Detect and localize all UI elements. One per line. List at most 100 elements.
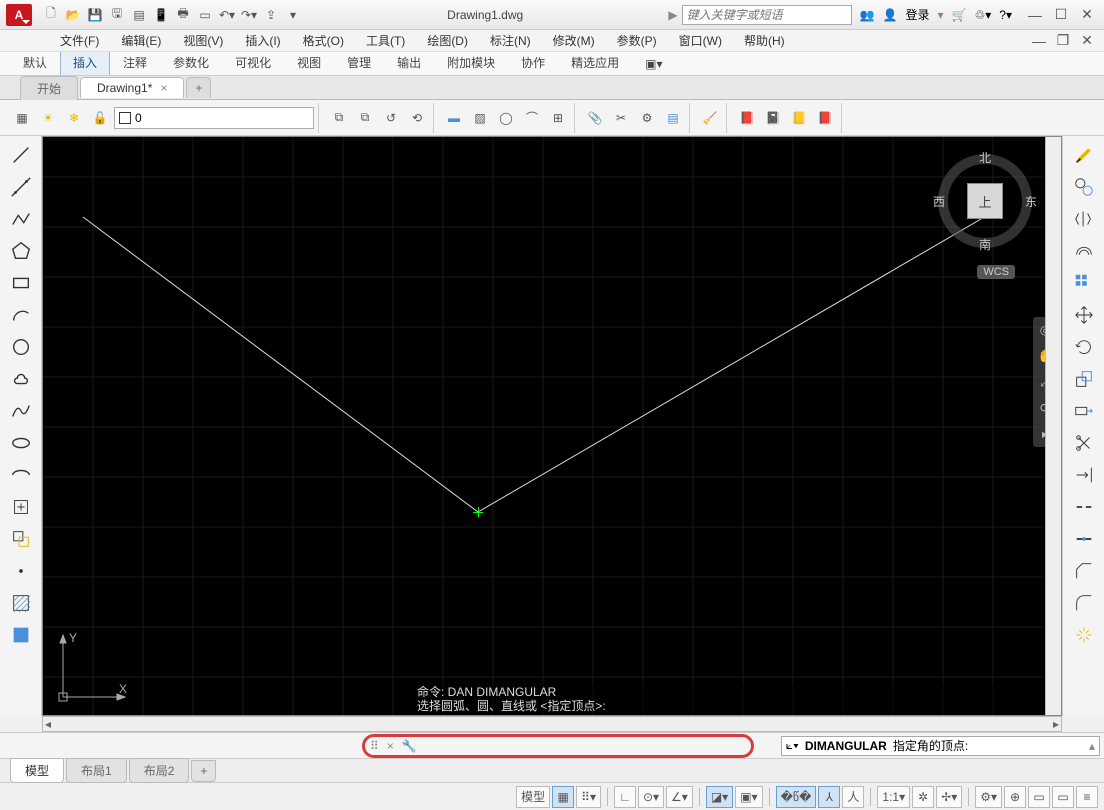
layer-dropdown[interactable]: 0: [114, 107, 314, 129]
rtab-addins[interactable]: 附加模块: [434, 49, 508, 75]
move-tool[interactable]: [1068, 300, 1100, 330]
adjust-icon[interactable]: ⚙: [635, 106, 659, 130]
close-button[interactable]: ✕: [1076, 6, 1098, 24]
point-tool[interactable]: [5, 556, 37, 586]
status-autoscale-icon[interactable]: ✢▾: [936, 786, 962, 808]
user-icon[interactable]: 👥: [860, 8, 875, 22]
construction-line-tool[interactable]: [5, 172, 37, 202]
doc-tab-add[interactable]: +: [186, 77, 211, 98]
rtab-annotate[interactable]: 注释: [110, 49, 160, 75]
saveas-icon[interactable]: 🖫: [108, 6, 126, 24]
array-icon[interactable]: ⊞: [546, 106, 570, 130]
layer-iso-icon[interactable]: ⧉: [353, 106, 377, 130]
layer-freeze-icon[interactable]: ❄: [62, 106, 86, 130]
revision-cloud-tool[interactable]: [5, 364, 37, 394]
command-input[interactable]: ⟀▾ DIMANGULAR 指定角的顶点: ▴: [781, 736, 1100, 756]
plot-icon[interactable]: ▭: [196, 6, 214, 24]
rtab-collab[interactable]: 协作: [508, 49, 558, 75]
layout-tab-1[interactable]: 布局1: [66, 758, 127, 783]
layer-prev-icon[interactable]: ↺: [379, 106, 403, 130]
ellipse-tool[interactable]: [5, 428, 37, 458]
explode-tool[interactable]: [1068, 620, 1100, 650]
viewcube-south[interactable]: 南: [979, 236, 991, 253]
mirror-tool[interactable]: [1068, 204, 1100, 234]
stretch-tool[interactable]: [1068, 396, 1100, 426]
rtab-output[interactable]: 输出: [384, 49, 434, 75]
status-ortho-icon[interactable]: ∟: [614, 786, 636, 808]
signin-icon[interactable]: 👤: [883, 8, 898, 22]
login-link[interactable]: 登录: [906, 6, 930, 23]
status-annovisibility-icon[interactable]: ✲: [912, 786, 934, 808]
status-polar-icon[interactable]: ⊙▾: [638, 786, 664, 808]
horizontal-scrollbar[interactable]: ◂ ▸: [42, 716, 1062, 732]
doc-tab-start[interactable]: 开始: [20, 76, 78, 100]
boundary-icon[interactable]: ◯: [494, 106, 518, 130]
rtab-visualize[interactable]: 可视化: [222, 49, 284, 75]
layer-match-icon[interactable]: ⟲: [405, 106, 429, 130]
palette4-icon[interactable]: 📕: [813, 106, 837, 130]
cmdline-close-icon[interactable]: ×: [387, 739, 394, 753]
app-menu-button[interactable]: A: [6, 4, 32, 26]
arc-tool[interactable]: [5, 300, 37, 330]
layout-tab-2[interactable]: 布局2: [129, 758, 190, 783]
array-tool[interactable]: [1068, 268, 1100, 298]
help-icon[interactable]: ?▾: [999, 8, 1012, 22]
status-annoscale-icon[interactable]: 1:1▾: [877, 786, 910, 808]
cmdline-grip-icon[interactable]: ⠿: [370, 739, 379, 753]
viewcube-north[interactable]: 北: [979, 149, 991, 166]
close-icon[interactable]: ×: [160, 81, 167, 95]
layout-tab-model[interactable]: 模型: [10, 758, 64, 783]
ellipse-arc-tool[interactable]: [5, 460, 37, 490]
rotate-tool[interactable]: [1068, 332, 1100, 362]
insert-block-tool[interactable]: [5, 492, 37, 522]
open-icon[interactable]: 📂: [64, 6, 82, 24]
rtab-manage[interactable]: 管理: [334, 49, 384, 75]
viewcube-west[interactable]: 西: [933, 193, 945, 210]
web-icon[interactable]: ▤: [130, 6, 148, 24]
status-annomonitor-icon[interactable]: ⊕: [1004, 786, 1026, 808]
hatch-icon[interactable]: ▨: [468, 106, 492, 130]
rtab-insert[interactable]: 插入: [60, 49, 110, 75]
menu-insert[interactable]: 插入(I): [235, 30, 290, 51]
mobile-icon[interactable]: 📱: [152, 6, 170, 24]
rtab-parametric[interactable]: 参数化: [160, 49, 222, 75]
break-tool[interactable]: [1068, 492, 1100, 522]
menu-format[interactable]: 格式(O): [293, 30, 354, 51]
help-search-input[interactable]: [682, 5, 852, 25]
polygon-tool[interactable]: [5, 236, 37, 266]
status-dyninput-icon[interactable]: �წ�: [776, 786, 817, 808]
rtab-expand[interactable]: ▣▾: [632, 52, 675, 75]
mdi-minimize[interactable]: —: [1028, 32, 1050, 50]
status-snapmode-icon[interactable]: ⠿▾: [576, 786, 601, 808]
qat-more-icon[interactable]: ▾: [284, 6, 302, 24]
menu-dimension[interactable]: 标注(N): [480, 30, 541, 51]
view-cube[interactable]: 上 北 南 东 西: [935, 151, 1035, 251]
make-block-tool[interactable]: [5, 524, 37, 554]
menu-edit[interactable]: 编辑(E): [111, 30, 171, 51]
vertical-scrollbar[interactable]: [1045, 137, 1061, 715]
cart-icon[interactable]: 🛒: [952, 8, 967, 22]
undo-icon[interactable]: ↶▾: [218, 6, 236, 24]
offset-tool[interactable]: [1068, 236, 1100, 266]
xref-icon[interactable]: ▤: [661, 106, 685, 130]
layer-lock-icon[interactable]: 🔓: [88, 106, 112, 130]
palette1-icon[interactable]: 📕: [735, 106, 759, 130]
line-tool[interactable]: [5, 140, 37, 170]
extend-tool[interactable]: [1068, 460, 1100, 490]
menu-help[interactable]: 帮助(H): [734, 30, 795, 51]
mdi-close[interactable]: ✕: [1076, 32, 1098, 50]
print-icon[interactable]: 🖶: [174, 6, 192, 24]
status-workspace-icon[interactable]: ⚙▾: [975, 786, 1002, 808]
maximize-button[interactable]: ☐: [1050, 6, 1072, 24]
menu-parametric[interactable]: 参数(P): [607, 30, 667, 51]
menu-view[interactable]: 视图(V): [173, 30, 233, 51]
status-osnap-icon[interactable]: ◪▾: [706, 786, 733, 808]
status-tpy-icon[interactable]: 人: [842, 786, 864, 808]
menu-window[interactable]: 窗口(W): [669, 30, 732, 51]
menu-modify[interactable]: 修改(M): [543, 30, 605, 51]
share-icon[interactable]: ⇪: [262, 6, 280, 24]
join-tool[interactable]: [1068, 524, 1100, 554]
cmdline-expand-icon[interactable]: ▴: [1089, 739, 1095, 753]
save-icon[interactable]: 💾: [86, 6, 104, 24]
rtab-featured[interactable]: 精选应用: [558, 49, 632, 75]
